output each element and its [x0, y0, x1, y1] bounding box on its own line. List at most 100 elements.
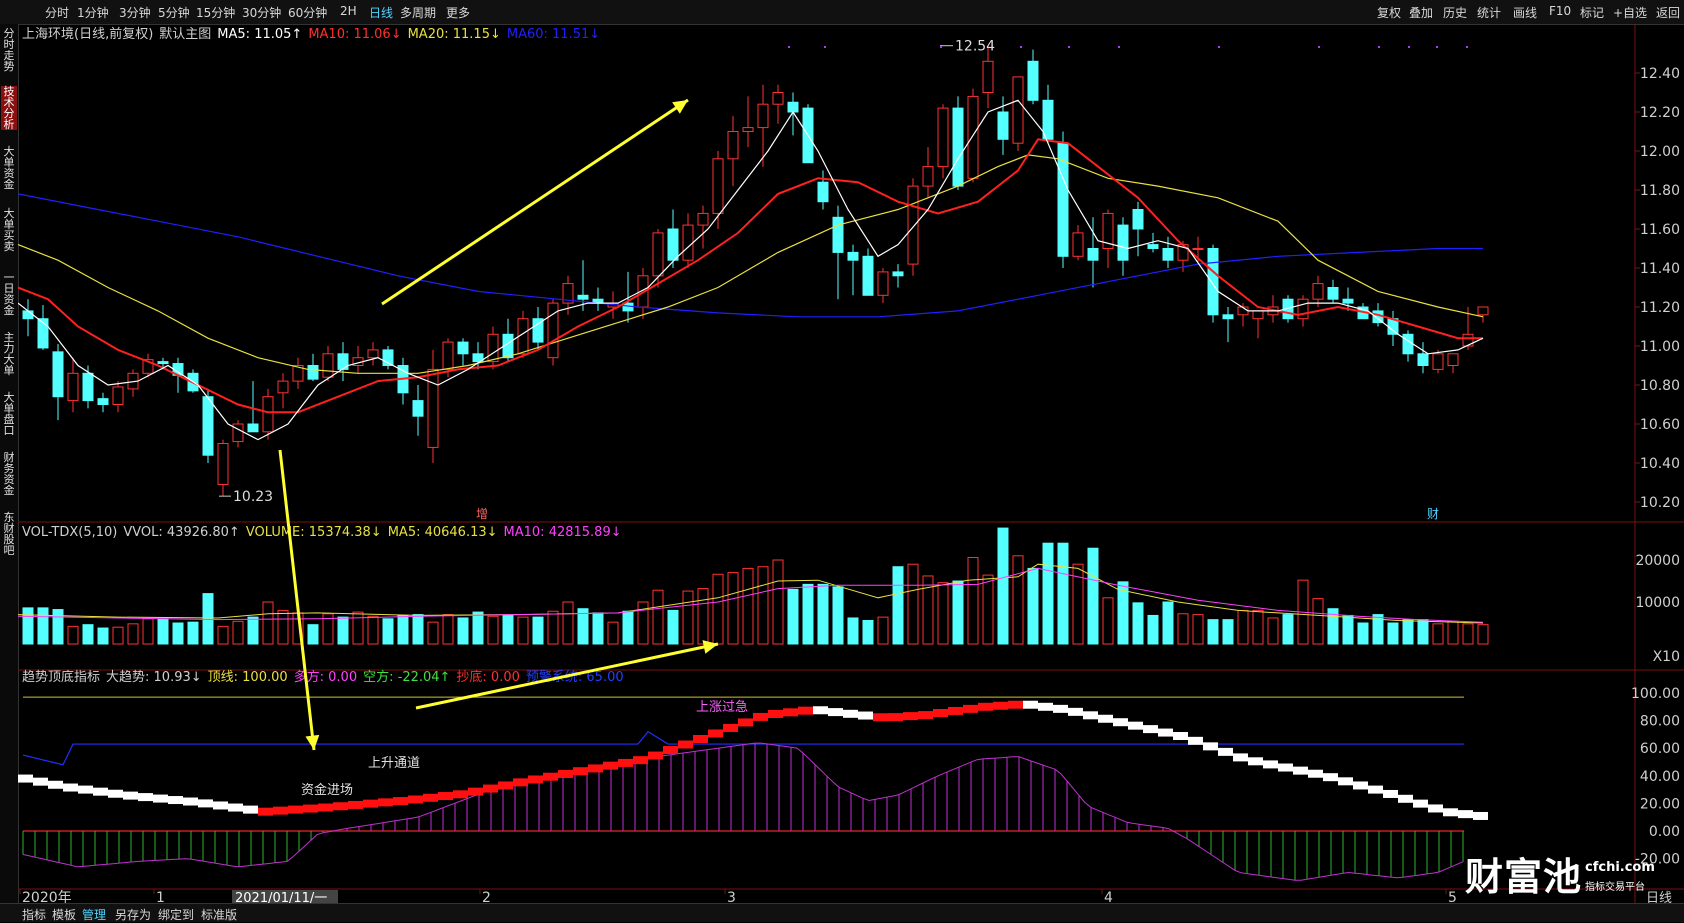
- volume-bar: [1342, 614, 1354, 645]
- trend-step: [813, 706, 828, 715]
- trend-step: [588, 764, 603, 773]
- trend-step: [1188, 736, 1203, 745]
- period-tab-5[interactable]: 30分钟: [242, 4, 281, 21]
- event-dot: [1408, 46, 1410, 48]
- volume-bar: [547, 610, 559, 645]
- toolbar-btn-6[interactable]: 标记: [1580, 4, 1604, 21]
- sidebar-tab-2[interactable]: 大单资金: [1, 146, 17, 190]
- candle-body: [757, 103, 769, 129]
- toolbar-btn-0[interactable]: 复权: [1377, 4, 1401, 21]
- event-dot: [1068, 46, 1070, 48]
- candle-body: [937, 107, 949, 168]
- candle-body: [1027, 60, 1039, 101]
- period-tab-6[interactable]: 60分钟: [288, 4, 327, 21]
- trend-step: [1083, 711, 1098, 720]
- bottom-bar: 指标 模板 管理 另存为 绑定到 标准版: [0, 903, 1684, 922]
- main_panel-legend-item-5: MA60: 11.51↓: [507, 27, 600, 42]
- period-tab-10[interactable]: 更多: [446, 4, 470, 21]
- low-price-label: 10.23: [233, 489, 273, 505]
- volume-bar: [892, 566, 904, 645]
- candle-body: [697, 212, 709, 226]
- sidebar-tab-7[interactable]: 财务资金: [1, 452, 17, 496]
- period-tab-1[interactable]: 1分钟: [77, 4, 109, 21]
- volume-bar: [1357, 622, 1369, 645]
- trend-step: [348, 800, 363, 809]
- volume-bar: [787, 588, 799, 645]
- volume-bar: [1282, 614, 1294, 645]
- volume-bar: [217, 625, 229, 645]
- volume-bar: [562, 601, 574, 645]
- bottom-tab-3[interactable]: 另存为: [115, 906, 151, 923]
- volume-bar: [142, 618, 154, 645]
- candle-body: [277, 380, 289, 394]
- trend-step: [138, 793, 153, 802]
- trend-step: [993, 701, 1008, 710]
- sidebar-tab-6[interactable]: 大单盘口: [1, 392, 17, 436]
- sidebar-tab-4[interactable]: 一日资金: [1, 272, 17, 316]
- volume-bar: [532, 616, 544, 645]
- period-tab-8[interactable]: 日线: [369, 4, 393, 21]
- sidebar-tab-0[interactable]: 分时走势: [1, 28, 17, 72]
- volume-bar: [1267, 617, 1279, 645]
- trend-step: [1248, 757, 1263, 766]
- trend-step: [1413, 799, 1428, 808]
- indicator_panel-legend-item-0: 趋势顶底指标: [22, 669, 100, 685]
- toolbar-btn-3[interactable]: 统计: [1477, 4, 1501, 21]
- left-sidebar: 分时走势技术分析大单资金大单买卖一日资金主力大单大单盘口财务资金东财股吧: [0, 24, 19, 916]
- toolbar-btn-8[interactable]: 返回: [1656, 4, 1680, 21]
- trend-step: [1068, 707, 1083, 716]
- high-price-label: 12.54: [955, 39, 995, 55]
- trend-step: [228, 803, 243, 812]
- sidebar-tab-3[interactable]: 大单买卖: [1, 208, 17, 252]
- period-tab-3[interactable]: 5分钟: [158, 4, 190, 21]
- volume-bar: [607, 621, 619, 645]
- candle-body: [1252, 310, 1264, 320]
- toolbar-btn-2[interactable]: 历史: [1443, 4, 1467, 21]
- toolbar-btn-5[interactable]: F10: [1549, 4, 1571, 18]
- volume_panel-legend-item-3: MA5: 40646.13↓: [388, 525, 498, 540]
- candle-body: [367, 349, 379, 359]
- period-tab-9[interactable]: 多周期: [400, 4, 436, 21]
- volume-bar: [82, 624, 94, 645]
- bottom-tab-0[interactable]: 指标: [22, 906, 46, 923]
- volume-bar: [682, 590, 694, 645]
- price-tick: 12.00: [1640, 144, 1680, 160]
- period-tab-7[interactable]: 2H: [340, 4, 357, 18]
- event-dot: [1118, 46, 1120, 48]
- bottom-tab-5[interactable]: 标准版: [201, 906, 237, 923]
- ma60-line: [18, 193, 1483, 318]
- trend-step: [438, 792, 453, 801]
- candle-body: [97, 398, 109, 405]
- trend-step: [633, 756, 648, 765]
- x-label-1: 1: [156, 890, 165, 903]
- price-tick: 11.00: [1640, 339, 1680, 355]
- trend-step: [33, 777, 48, 786]
- period-tab-2[interactable]: 3分钟: [119, 4, 151, 21]
- bottom-tab-2[interactable]: 管理: [82, 906, 106, 923]
- bottom-tab-4[interactable]: 绑定到: [158, 906, 194, 923]
- volume-bar: [847, 617, 859, 645]
- main_panel-legend-item-2: MA5: 11.05↑: [217, 27, 302, 42]
- trend-step: [648, 751, 663, 760]
- toolbar-btn-4[interactable]: 画线: [1513, 4, 1537, 21]
- sidebar-tab-1[interactable]: 技术分析: [1, 86, 17, 130]
- toolbar-btn-1[interactable]: 叠加: [1409, 4, 1433, 21]
- trend-step: [513, 778, 528, 787]
- candle-body: [577, 294, 589, 300]
- ma10-line: [18, 138, 1483, 414]
- annotation-overheat: 上涨过急: [696, 700, 748, 715]
- sidebar-tab-5[interactable]: 主力大单: [1, 332, 17, 376]
- volume-bar: [487, 615, 499, 645]
- period-tab-0[interactable]: 分时: [45, 4, 69, 21]
- volume-bar: [157, 618, 169, 645]
- trend-step: [768, 709, 783, 718]
- trend-step: [18, 774, 33, 783]
- toolbar-btn-7[interactable]: +自选: [1613, 4, 1647, 21]
- sidebar-tab-8[interactable]: 东财股吧: [1, 512, 17, 556]
- volume-bar: [247, 616, 259, 645]
- bottom-tab-1[interactable]: 模板: [52, 906, 76, 923]
- candle-body: [1162, 248, 1174, 261]
- trend-step: [483, 784, 498, 793]
- period-tab-4[interactable]: 15分钟: [196, 4, 235, 21]
- trend-step: [318, 803, 333, 812]
